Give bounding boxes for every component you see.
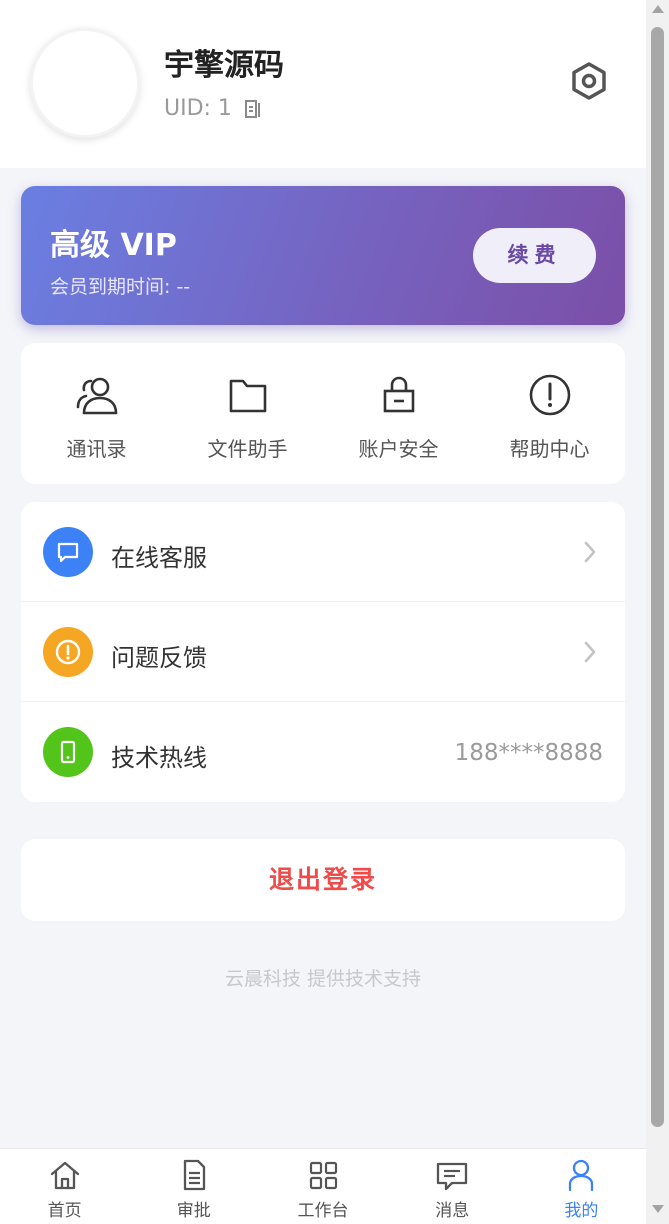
chevron-right-icon [584, 641, 596, 663]
document-icon [183, 1159, 205, 1191]
quick-action-label: 账户安全 [358, 437, 439, 461]
menu-item-online-service[interactable]: 在线客服 [21, 502, 625, 602]
footer-support-text: 云晨科技 提供技术支持 [224, 968, 422, 990]
vip-expire: 会员到期时间: -- [50, 276, 191, 298]
uid-text: UID: 1 [164, 96, 232, 121]
chevron-right-icon [584, 541, 596, 563]
quick-action-files[interactable]: 文件助手 [172, 343, 323, 484]
lock-icon [383, 376, 414, 413]
folder-icon [229, 379, 266, 413]
menu-list: 在线客服 问题反馈 技术热线 188****8888 [21, 502, 625, 802]
grid-icon [309, 1161, 338, 1190]
uid-row: UID: 1 [164, 96, 262, 121]
quick-action-label: 文件助手 [207, 437, 288, 461]
user-name: 宇擎源码 [164, 48, 284, 83]
avatar[interactable] [30, 28, 140, 138]
tab-mine[interactable]: 我的 [517, 1149, 646, 1224]
quick-action-security[interactable]: 账户安全 [323, 343, 474, 484]
tab-label: 首页 [47, 1201, 82, 1221]
settings-icon[interactable] [568, 60, 610, 102]
message-icon [437, 1162, 468, 1191]
scroll-down-arrow-icon[interactable] [652, 1205, 664, 1213]
tab-label: 我的 [564, 1201, 599, 1221]
tab-workbench[interactable]: 工作台 [258, 1149, 387, 1224]
menu-item-hotline[interactable]: 技术热线 188****8888 [21, 702, 625, 802]
vip-title: 高级 VIP [50, 228, 177, 263]
quick-action-label: 帮助中心 [509, 437, 590, 461]
scrollbar[interactable] [646, 0, 669, 1224]
phone-icon [43, 727, 93, 777]
tab-label: 消息 [435, 1201, 470, 1221]
hotline-number[interactable]: 188****8888 [455, 740, 603, 766]
tab-label: 工作台 [297, 1201, 349, 1221]
profile-header: 宇擎源码 UID: 1 [0, 0, 646, 168]
bottom-tab-bar: 首页 审批 工作台 消息 我的 [0, 1148, 646, 1224]
alert-icon [43, 627, 93, 677]
menu-item-feedback[interactable]: 问题反馈 [21, 602, 625, 702]
quick-actions: 通讯录 文件助手 账户安全 帮助中心 [21, 343, 625, 484]
quick-action-contacts[interactable]: 通讯录 [21, 343, 172, 484]
renew-button[interactable]: 续费 [473, 228, 596, 283]
tab-approval[interactable]: 审批 [129, 1149, 258, 1224]
quick-action-help[interactable]: 帮助中心 [474, 343, 625, 484]
menu-label: 技术热线 [111, 744, 207, 772]
user-icon [569, 1159, 594, 1192]
tab-home[interactable]: 首页 [0, 1149, 129, 1224]
scroll-up-arrow-icon[interactable] [652, 5, 664, 13]
home-icon [50, 1161, 79, 1190]
tab-messages[interactable]: 消息 [388, 1149, 517, 1224]
help-icon [529, 374, 570, 416]
contacts-icon [76, 377, 117, 415]
scroll-thumb[interactable] [651, 27, 664, 1127]
quick-action-label: 通讯录 [66, 437, 127, 461]
chat-icon [43, 527, 93, 577]
logout-button[interactable]: 退出登录 [21, 839, 625, 921]
app-root: 宇擎源码 UID: 1 高级 VIP 会员到期时间: -- 续费 通讯录 文件助… [0, 0, 646, 1224]
menu-label: 在线客服 [111, 544, 207, 572]
copy-icon[interactable] [244, 99, 262, 119]
menu-label: 问题反馈 [111, 644, 207, 672]
tab-label: 审批 [176, 1201, 211, 1221]
vip-card: 高级 VIP 会员到期时间: -- 续费 [21, 186, 625, 325]
